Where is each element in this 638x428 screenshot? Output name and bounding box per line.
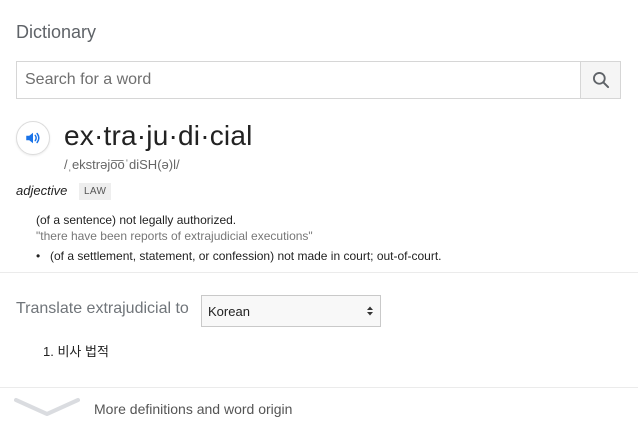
search-box — [16, 61, 621, 99]
translate-label: Translate extrajudicial to — [16, 300, 189, 317]
subdefinition: • (of a settlement, statement, or confess… — [36, 249, 442, 263]
search-input[interactable] — [17, 62, 580, 98]
phonetic-spelling: /ˌekstrəjo͞oˈdiSH(ə)l/ — [64, 157, 180, 172]
subdefinition-text: (of a settlement, statement, or confessi… — [50, 249, 442, 263]
pronunciation-button[interactable] — [16, 121, 50, 155]
more-definitions-label: More definitions and word origin — [94, 401, 293, 417]
part-of-speech: adjective — [16, 183, 68, 198]
dictionary-card: Dictionary ex·tra·ju·di·cial /ˌekstrəjo͞… — [0, 0, 638, 428]
divider — [0, 387, 638, 388]
domain-tag: LAW — [79, 183, 112, 200]
definition: (of a sentence) not legally authorized. — [36, 213, 237, 227]
headword: ex·tra·ju·di·cial — [64, 120, 253, 151]
language-select[interactable]: Korean — [201, 295, 381, 327]
selected-language: Korean — [208, 303, 250, 319]
card-title: Dictionary — [16, 22, 97, 42]
bullet: • — [36, 249, 41, 263]
more-definitions-button[interactable]: More definitions and word origin — [0, 389, 638, 428]
divider — [0, 272, 638, 273]
select-arrows-icon — [366, 305, 374, 317]
search-button[interactable] — [580, 62, 620, 98]
translation-result: 1. 비사 법적 — [43, 344, 109, 359]
search-icon — [592, 72, 609, 89]
chevron-down-icon — [14, 398, 80, 416]
speaker-icon — [26, 132, 40, 144]
example-sentence: "there have been reports of extrajudicia… — [36, 229, 313, 243]
